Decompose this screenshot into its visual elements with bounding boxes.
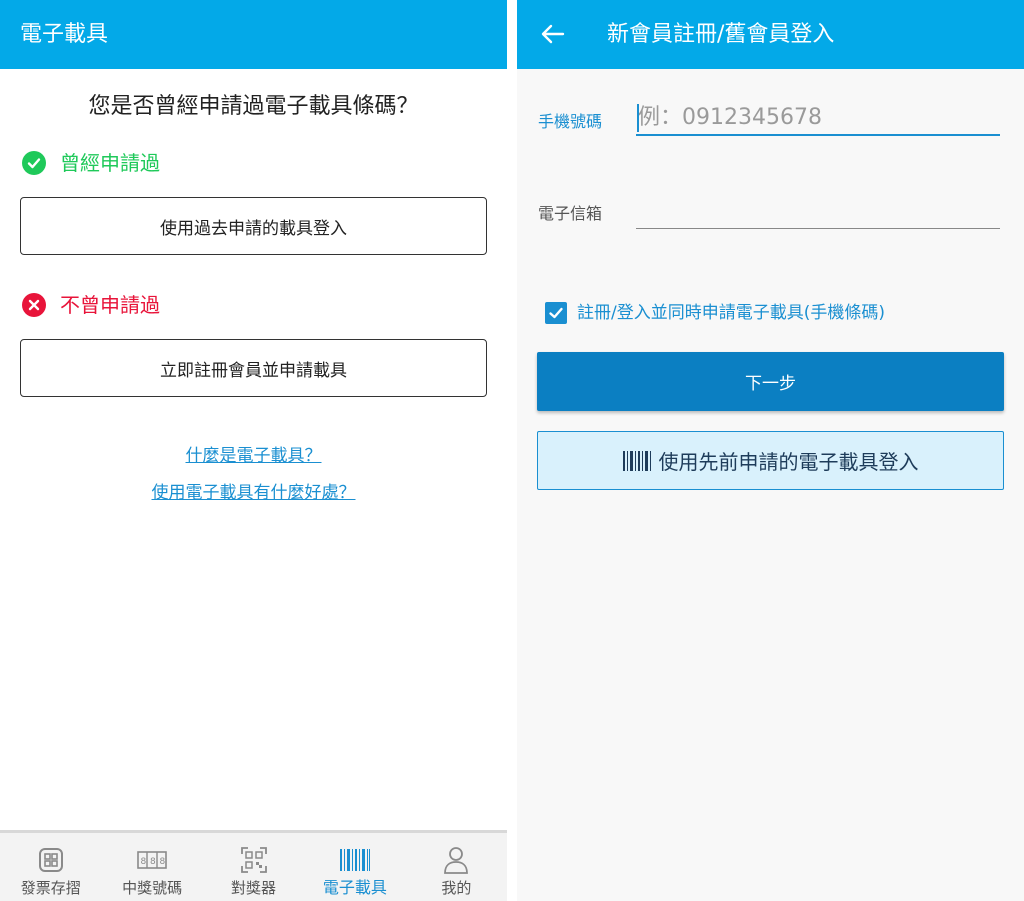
next-button[interactable]: 下一步 bbox=[537, 352, 1004, 411]
what-is-carrier-link[interactable]: 什麼是電子載具？ bbox=[0, 444, 507, 468]
never-applied-row: 不曾申請過 bbox=[22, 291, 160, 319]
apply-carrier-label: 註冊/登入並同時申請電子載具(手機條碼) bbox=[577, 303, 885, 323]
carrier-question: 您是否曾經申請過電子載具條碼？ bbox=[88, 94, 419, 119]
nav-label: 中獎號碼 bbox=[122, 879, 183, 897]
previous-carrier-login-label: 使用先前申請的電子載具登入 bbox=[658, 450, 919, 474]
svg-text:8: 8 bbox=[150, 857, 156, 867]
page-title: 新會員註冊/舊會員登入 bbox=[607, 22, 835, 47]
winning-numbers-icon: 888 bbox=[137, 846, 167, 874]
bottom-navigation: 發票存摺 888 中獎號碼 對獎器 電子載具 我的 bbox=[0, 830, 507, 901]
apply-carrier-checkbox[interactable] bbox=[545, 302, 567, 324]
person-icon bbox=[444, 846, 469, 874]
screen-divider bbox=[507, 0, 517, 901]
barcode-icon bbox=[622, 450, 651, 471]
apply-carrier-checkbox-row[interactable]: 註冊/登入並同時申請電子載具(手機條碼) bbox=[545, 301, 885, 325]
app-bar: 新會員註冊/舊會員登入 bbox=[517, 0, 1024, 69]
carrier-benefits-link[interactable]: 使用電子載具有什麼好處？ bbox=[0, 481, 507, 505]
receipt-book-icon bbox=[38, 846, 64, 874]
app-bar: 電子載具 bbox=[0, 0, 507, 69]
previous-carrier-login-button[interactable]: 使用先前申請的電子載具登入 bbox=[537, 431, 1004, 490]
svg-text:8: 8 bbox=[141, 857, 147, 867]
check-circle-icon bbox=[22, 151, 46, 175]
nav-item-prize-checker[interactable]: 對獎器 bbox=[203, 833, 304, 901]
email-input[interactable] bbox=[636, 193, 1000, 229]
svg-text:8: 8 bbox=[160, 857, 166, 867]
applied-before-label: 曾經申請過 bbox=[60, 151, 160, 175]
x-circle-icon bbox=[22, 293, 46, 317]
login-existing-carrier-button[interactable]: 使用過去申請的載具登入 bbox=[20, 197, 487, 255]
nav-label: 發票存摺 bbox=[20, 879, 81, 897]
nav-label: 電子載具 bbox=[322, 878, 387, 897]
phone-label: 手機號碼 bbox=[538, 112, 603, 131]
phone-number-input[interactable] bbox=[636, 100, 1000, 136]
back-arrow-icon[interactable] bbox=[537, 18, 569, 50]
page-title: 電子載具 bbox=[20, 22, 109, 47]
nav-item-receipt-book[interactable]: 發票存摺 bbox=[0, 833, 101, 901]
qr-scanner-icon bbox=[240, 846, 267, 874]
nav-item-winning-numbers[interactable]: 888 中獎號碼 bbox=[101, 833, 202, 901]
nav-label: 對獎器 bbox=[231, 879, 277, 897]
applied-before-row: 曾經申請過 bbox=[22, 149, 160, 177]
nav-label: 我的 bbox=[441, 879, 472, 897]
nav-item-e-carrier[interactable]: 電子載具 bbox=[304, 833, 405, 901]
nav-item-my-account[interactable]: 我的 bbox=[406, 833, 507, 901]
email-label: 電子信箱 bbox=[538, 204, 603, 223]
barcode-icon bbox=[339, 846, 370, 874]
never-applied-label: 不曾申請過 bbox=[60, 293, 160, 317]
carrier-intro-screen: 電子載具 您是否曾經申請過電子載具條碼？ 曾經申請過 使用過去申請的載具登入 不… bbox=[0, 0, 507, 901]
register-and-apply-button[interactable]: 立即註冊會員並申請載具 bbox=[20, 339, 487, 397]
register-login-screen: 新會員註冊/舊會員登入 手機號碼 電子信箱 註冊/登入並同時申請電子載具(手機條… bbox=[517, 0, 1024, 901]
text-cursor bbox=[637, 104, 639, 132]
